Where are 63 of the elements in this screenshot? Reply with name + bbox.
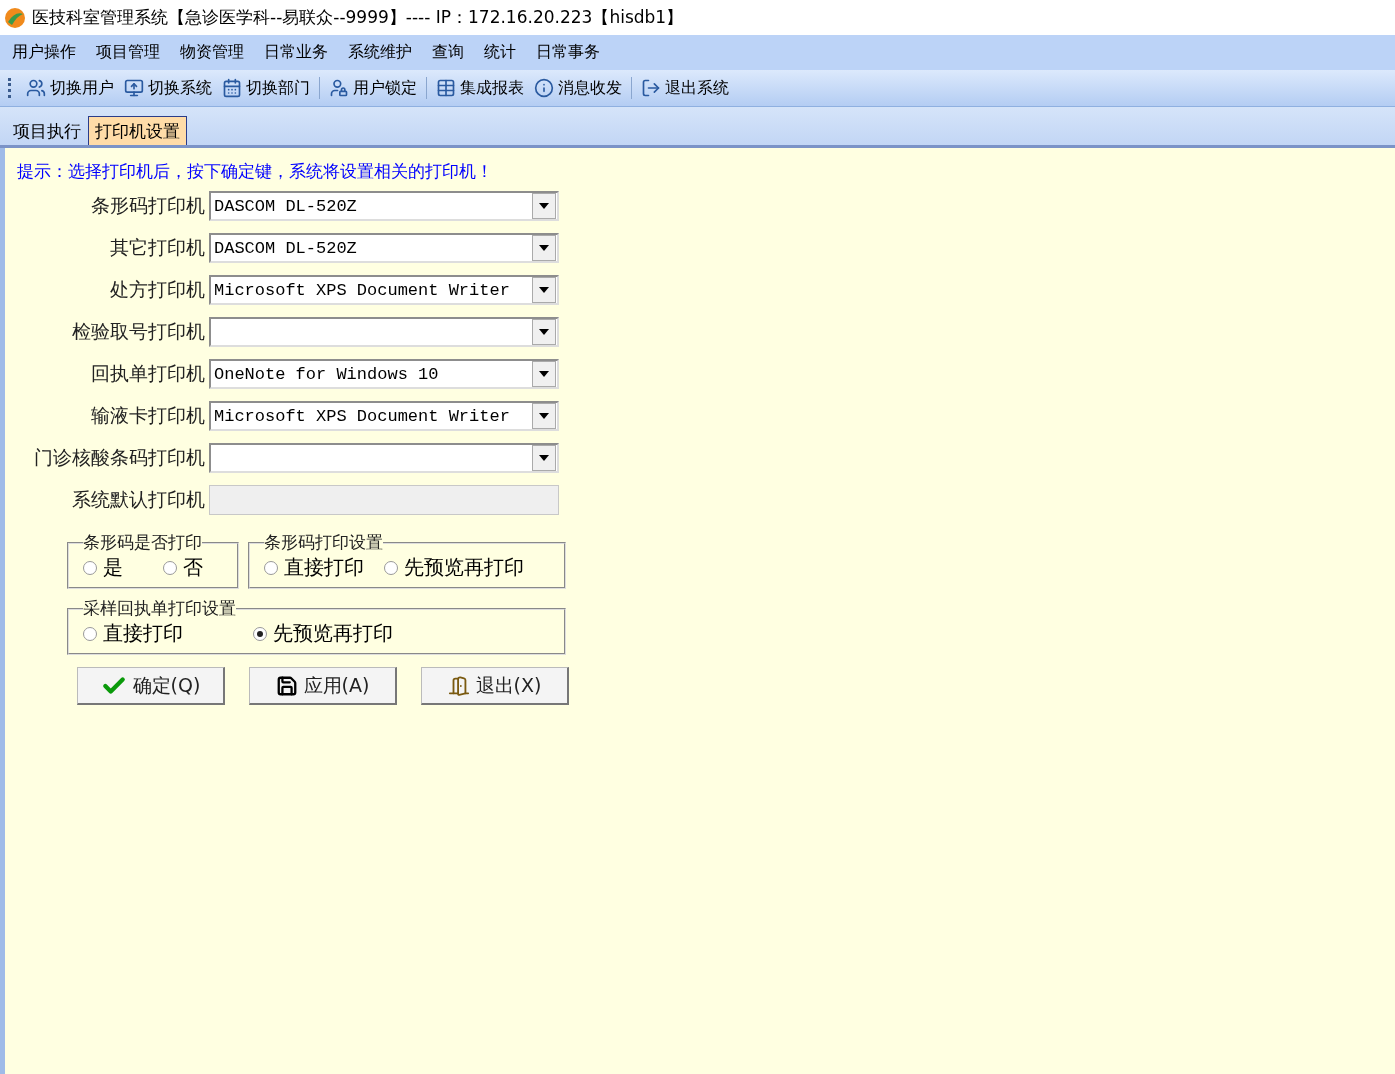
radio-option[interactable]: 直接打印 bbox=[83, 620, 233, 647]
table-icon bbox=[436, 78, 456, 98]
group-title: 条形码打印设置 bbox=[264, 531, 383, 554]
window-title: 医技科室管理系统【急诊医学科--易联众--9999】---- IP：172.16.20.223【hisdb1】 bbox=[32, 6, 684, 29]
printer-dropdown[interactable]: Microsoft XPS Document Writer bbox=[209, 275, 559, 305]
group-title: 采样回执单打印设置 bbox=[83, 597, 236, 620]
field-label: 回执单打印机 bbox=[90, 361, 205, 386]
printer-dropdown[interactable]: DASCOM DL-520Z bbox=[209, 191, 559, 221]
tab[interactable]: 打印机设置 bbox=[88, 116, 187, 145]
calendar-icon bbox=[222, 78, 242, 98]
dropdown-arrow-icon bbox=[539, 203, 549, 209]
field-label: 条形码打印机 bbox=[90, 193, 205, 218]
toolbar-button[interactable]: 集成报表 bbox=[432, 77, 528, 99]
toolbar-button[interactable]: 用户锁定 bbox=[325, 77, 421, 99]
menu-item[interactable]: 物资管理 bbox=[172, 42, 256, 63]
printer-dropdown[interactable]: Microsoft XPS Document Writer bbox=[209, 401, 559, 431]
info-icon bbox=[534, 78, 554, 98]
menu-item[interactable]: 系统维护 bbox=[340, 42, 424, 63]
door-icon bbox=[447, 674, 470, 697]
app-logo-icon bbox=[4, 6, 26, 29]
dropdown-arrow-icon bbox=[539, 371, 549, 377]
hint-text: 提示：选择打印机后，按下确定键，系统将设置相关的打印机！ bbox=[17, 160, 494, 183]
field-label: 其它打印机 bbox=[109, 235, 205, 260]
toolbar-button[interactable]: 退出系统 bbox=[637, 77, 733, 99]
exit-icon bbox=[641, 78, 661, 98]
field-label: 系统默认打印机 bbox=[71, 487, 205, 512]
dropdown-arrow-icon bbox=[539, 245, 549, 251]
users-icon bbox=[26, 78, 46, 98]
menu-item[interactable]: 用户操作 bbox=[4, 42, 88, 63]
dropdown-arrow-icon bbox=[539, 455, 549, 461]
field-label: 门诊核酸条码打印机 bbox=[33, 445, 205, 470]
user-lock-icon bbox=[329, 78, 349, 98]
menu-item[interactable]: 日常事务 bbox=[528, 42, 612, 63]
radio-option[interactable]: 先预览再打印 bbox=[384, 554, 524, 581]
menu-item[interactable]: 项目管理 bbox=[88, 42, 172, 63]
radio-option[interactable]: 直接打印 bbox=[264, 554, 364, 581]
toolbar-button[interactable]: 消息收发 bbox=[530, 77, 626, 99]
toolbar-button[interactable]: 切换用户 bbox=[22, 77, 118, 99]
field-label: 输液卡打印机 bbox=[90, 403, 205, 428]
printer-dropdown[interactable] bbox=[209, 443, 559, 473]
radio-option[interactable]: 否 bbox=[163, 554, 223, 581]
menu-item[interactable]: 日常业务 bbox=[256, 42, 340, 63]
dropdown-arrow-icon bbox=[539, 287, 549, 293]
field-label: 处方打印机 bbox=[109, 277, 205, 302]
field-label: 检验取号打印机 bbox=[71, 319, 205, 344]
dialog-button[interactable]: 退出(X) bbox=[421, 667, 569, 705]
dialog-button[interactable]: 应用(A) bbox=[249, 667, 397, 705]
monitor-icon bbox=[124, 78, 144, 98]
dropdown-arrow-icon bbox=[539, 413, 549, 419]
save-icon bbox=[275, 674, 298, 697]
printer-dropdown[interactable]: OneNote for Windows 10 bbox=[209, 359, 559, 389]
menu-item[interactable]: 统计 bbox=[476, 42, 528, 63]
toolbar-button[interactable]: 切换部门 bbox=[218, 77, 314, 99]
tab[interactable]: 项目执行 bbox=[6, 116, 88, 145]
radio-option[interactable]: 是 bbox=[83, 554, 143, 581]
dialog-button[interactable]: 确定(Q) bbox=[77, 667, 225, 705]
printer-dropdown[interactable]: DASCOM DL-520Z bbox=[209, 233, 559, 263]
dropdown-arrow-icon bbox=[539, 329, 549, 335]
printer-dropdown[interactable] bbox=[209, 317, 559, 347]
toolbar-button[interactable]: 切换系统 bbox=[120, 77, 216, 99]
group-title: 条形码是否打印 bbox=[83, 531, 202, 554]
menu-item[interactable]: 查询 bbox=[424, 42, 476, 63]
radio-option[interactable]: 先预览再打印 bbox=[253, 620, 403, 647]
